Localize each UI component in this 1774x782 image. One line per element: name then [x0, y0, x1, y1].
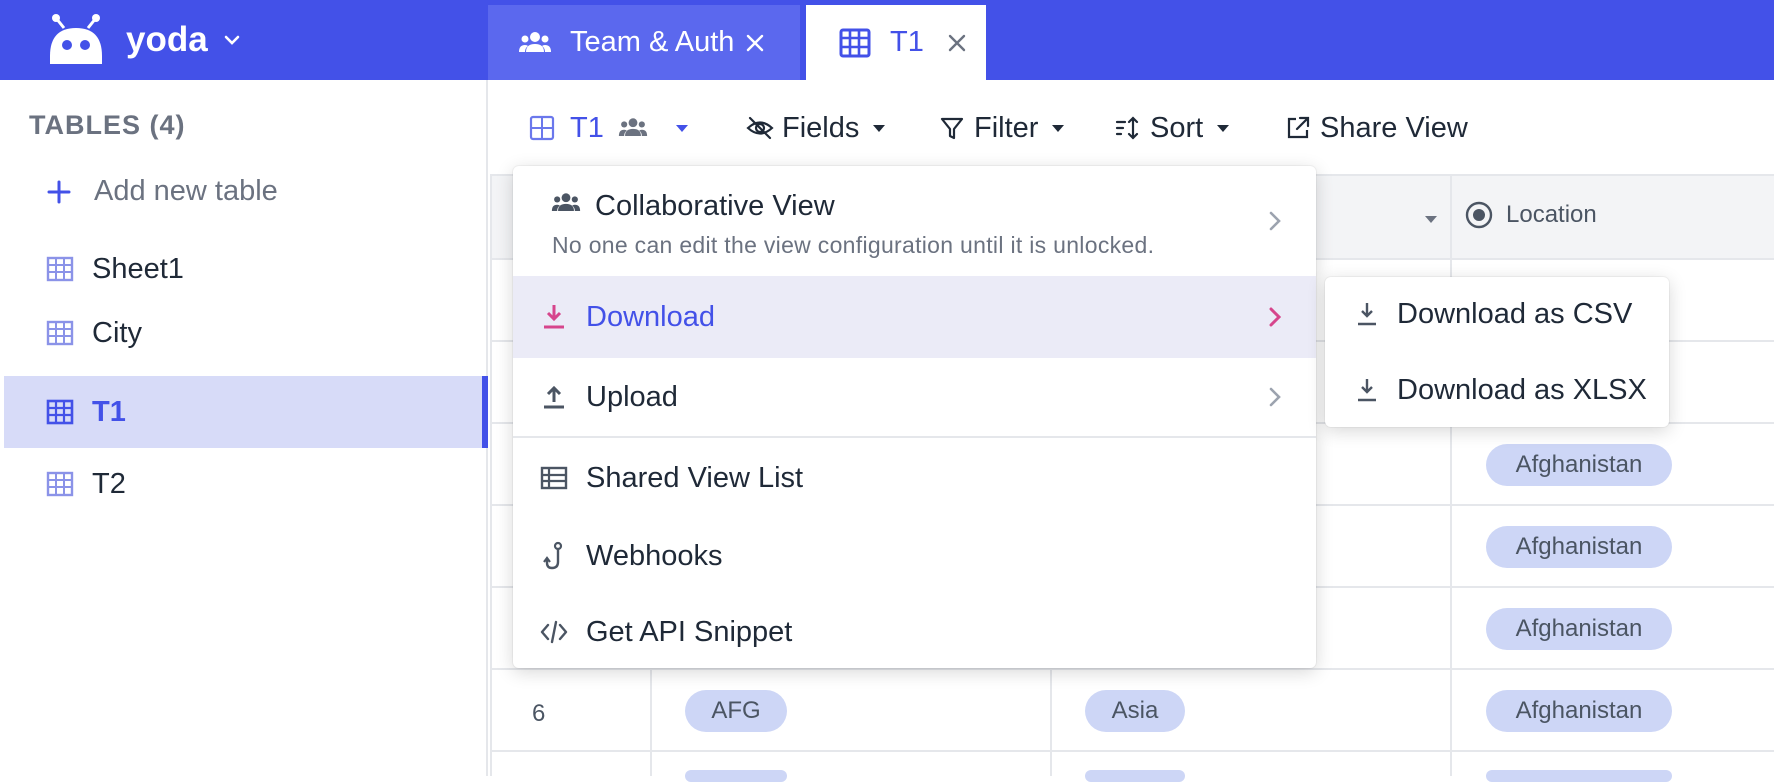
menu-item-download[interactable]: Download	[513, 276, 1316, 358]
download-icon	[1358, 379, 1376, 402]
close-icon[interactable]	[744, 32, 766, 54]
menu-item-label: Collaborative View	[595, 190, 835, 222]
chevron-right-icon	[1269, 387, 1281, 407]
download-submenu: Download as CSV Download as XLSX	[1325, 277, 1669, 427]
sidebar-item-city[interactable]: City	[4, 297, 488, 369]
chevron-down-icon	[224, 35, 240, 45]
users-icon	[551, 193, 581, 211]
filter-button[interactable]: Filter	[938, 108, 1066, 148]
grid-icon	[46, 320, 74, 346]
location-chip[interactable]: Afghanistan	[1486, 444, 1672, 486]
sidebar-item-t2[interactable]: T2	[4, 448, 488, 520]
tables-heading: TABLES (4)	[29, 110, 186, 140]
view-menu-button[interactable]: T1	[528, 108, 690, 148]
hook-icon	[543, 541, 563, 570]
chevron-right-icon	[1269, 307, 1282, 327]
location-column-header[interactable]: Location	[1464, 200, 1597, 230]
sidebar-item-label: Sheet1	[92, 252, 184, 285]
grid-icon	[46, 471, 74, 497]
menu-item-label: Download	[586, 300, 715, 333]
row-divider	[492, 750, 1774, 752]
external-link-icon	[1287, 116, 1310, 139]
users-icon	[618, 118, 647, 136]
chevron-right-icon	[1269, 211, 1281, 231]
caret-down-icon[interactable]	[1424, 212, 1438, 226]
download-icon	[1358, 303, 1376, 326]
download-csv-label: Download as CSV	[1397, 297, 1633, 330]
view-toolbar: T1 Fields Filter Sort Share View	[490, 80, 1774, 176]
sidebar-item-label: T2	[92, 467, 126, 500]
code-chip[interactable]: AFG	[685, 690, 787, 732]
sidebar: TABLES (4) Add new table Sheet1 City T1 …	[0, 80, 488, 776]
sidebar-item-label: T1	[92, 395, 126, 428]
robot-logo-icon	[50, 14, 102, 64]
menu-item-upload[interactable]: Upload	[513, 358, 1316, 438]
tab-label: T1	[890, 26, 924, 58]
tab-label: Team & Auth	[570, 26, 735, 58]
code-icon	[540, 620, 568, 644]
radio-target-icon	[1465, 201, 1493, 229]
filter-label: Filter	[974, 111, 1039, 144]
grid-icon	[839, 28, 871, 57]
column-divider	[1450, 176, 1452, 776]
location-chip-partial	[1486, 770, 1672, 782]
menu-item-get-api-snippet[interactable]: Get API Snippet	[513, 594, 1316, 668]
share-view-label: Share View	[1320, 111, 1468, 144]
menu-item-label: Shared View List	[586, 461, 804, 494]
tab-t1[interactable]: T1	[806, 5, 986, 80]
fields-button[interactable]: Fields	[746, 108, 887, 148]
tab-team-auth[interactable]: Team & Auth	[488, 5, 800, 80]
menu-item-collaborative-view[interactable]: Collaborative View No one can edit the v…	[513, 166, 1316, 276]
continent-chip-partial	[1085, 770, 1185, 782]
row-divider	[492, 668, 1774, 670]
share-view-button[interactable]: Share View	[1284, 108, 1468, 148]
sort-icon	[1115, 116, 1139, 140]
sort-button[interactable]: Sort	[1114, 108, 1231, 148]
grid-icon	[46, 256, 74, 282]
list-icon	[540, 466, 568, 490]
plus-icon	[47, 180, 71, 203]
download-csv-option[interactable]: Download as CSV	[1325, 277, 1669, 351]
menu-item-shared-view-list[interactable]: Shared View List	[513, 438, 1316, 518]
grid-icon	[46, 399, 74, 425]
close-icon[interactable]	[946, 32, 968, 54]
location-chip[interactable]: Afghanistan	[1486, 608, 1672, 650]
menu-item-description: No one can edit the view configuration u…	[552, 232, 1155, 258]
grid-view-icon	[529, 115, 555, 141]
caret-down-icon	[675, 125, 688, 132]
sidebar-item-t1[interactable]: T1	[4, 376, 488, 448]
caret-down-icon	[873, 125, 886, 132]
location-chip[interactable]: Afghanistan	[1486, 690, 1672, 732]
download-xlsx-label: Download as XLSX	[1397, 373, 1647, 406]
users-icon	[519, 31, 551, 52]
location-chip[interactable]: Afghanistan	[1486, 526, 1672, 568]
filter-icon	[940, 117, 964, 140]
add-table-label: Add new table	[94, 175, 278, 207]
row-number: 6	[532, 700, 546, 727]
download-xlsx-option[interactable]: Download as XLSX	[1325, 353, 1669, 427]
menu-item-label: Webhooks	[586, 539, 723, 572]
caret-down-icon	[1217, 125, 1230, 132]
location-header-label: Location	[1506, 201, 1597, 228]
continent-chip[interactable]: Asia	[1085, 690, 1185, 732]
upload-icon	[544, 385, 564, 409]
view-name: T1	[570, 111, 604, 144]
eye-off-icon	[746, 116, 774, 140]
top-bar: yoda Team & Auth T1	[0, 0, 1774, 80]
view-dropdown-menu: Collaborative View No one can edit the v…	[513, 166, 1316, 668]
menu-item-label: Upload	[586, 380, 678, 413]
download-icon	[544, 305, 564, 329]
sidebar-item-sheet1[interactable]: Sheet1	[4, 233, 488, 305]
add-new-table-button[interactable]: Add new table	[46, 175, 278, 208]
caret-down-icon	[1052, 125, 1065, 132]
menu-item-webhooks[interactable]: Webhooks	[513, 518, 1316, 594]
fields-label: Fields	[782, 111, 860, 144]
sidebar-item-label: City	[92, 316, 142, 349]
menu-item-label: Get API Snippet	[586, 615, 793, 648]
workspace-switcher[interactable]: yoda	[46, 12, 242, 68]
code-chip-partial	[685, 770, 787, 782]
workspace-name: yoda	[126, 20, 208, 59]
sort-label: Sort	[1150, 111, 1204, 144]
